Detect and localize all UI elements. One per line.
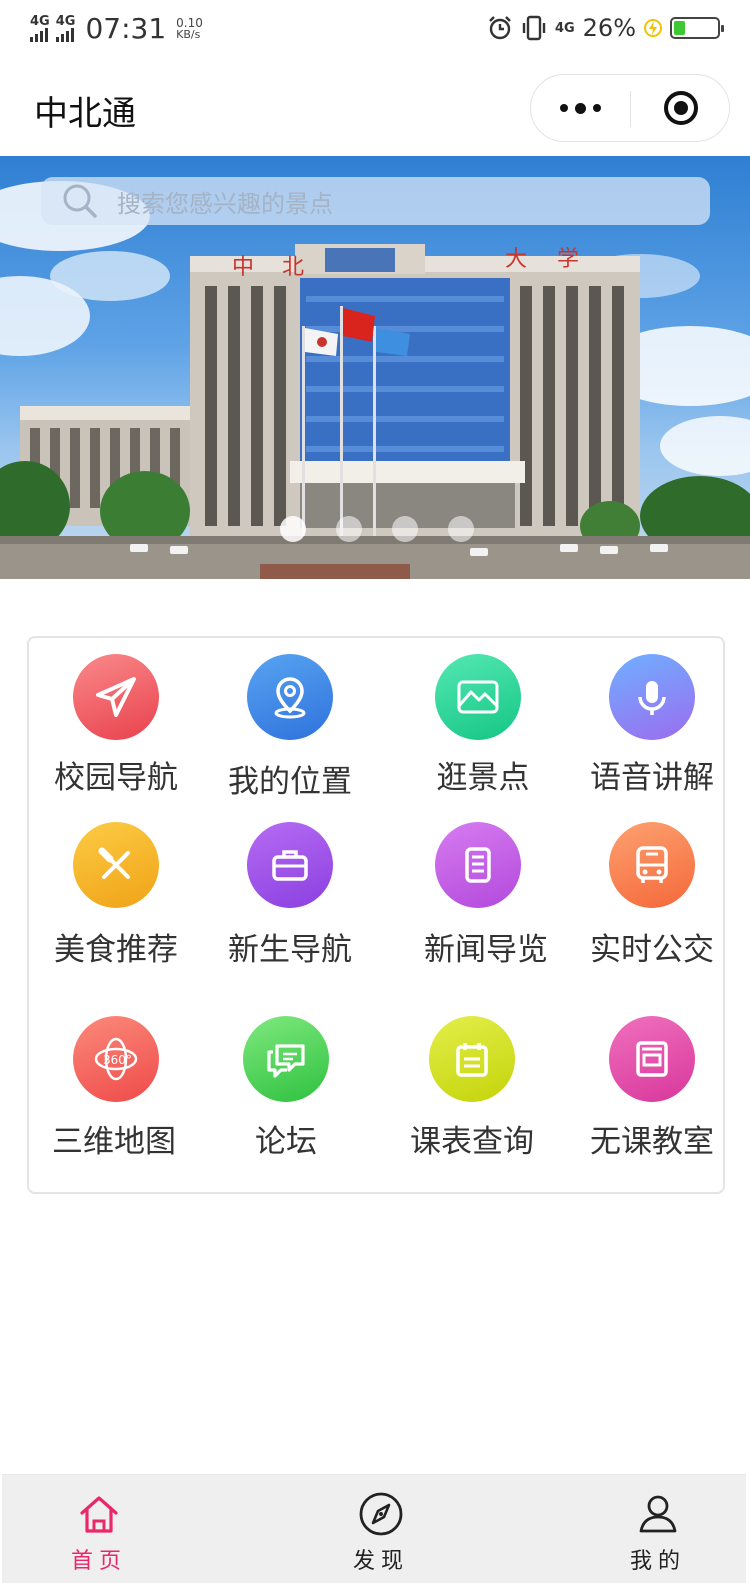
menu-item-label: 课表查询 [410,1124,534,1160]
battery-percent: 26% [582,14,636,42]
svg-text:360°: 360° [103,1053,132,1067]
menu-icon-circle [435,654,521,740]
menu-item-label: 逛景点 [436,760,530,796]
nav-bar: 中北通 [0,60,750,156]
status-right: 4G 26% [487,14,724,42]
utensils-icon [98,847,130,879]
menu-item-label: 我的位置 [228,764,352,800]
network-type-1: 4G [30,14,50,29]
signal-1: 4G [30,15,50,42]
network-type-2: 4G [55,14,76,29]
search-bar[interactable]: 搜索您感兴趣的景点 [41,177,710,225]
menu-icon-circle [73,654,159,740]
menu-item-label: 校园导航 [54,760,178,796]
tab-label: 首页 [70,1549,127,1574]
menu-item-news[interactable]: 新闻导览 [391,822,565,972]
banner-carousel[interactable]: 中 北 大 学 搜索您感兴趣的景点 [0,156,750,579]
mini-program-capsule [530,74,730,142]
menu-icon-circle [609,822,695,908]
menu-item-label: 语音讲解 [590,760,714,796]
compass-icon [359,1492,403,1536]
menu-icon-circle [247,654,333,740]
menu-item-label: 实时公交 [590,932,714,968]
tab-label: 发现 [352,1549,409,1574]
classroom-frame-icon [636,1041,668,1077]
menu-item-label: 三维地图 [52,1124,176,1160]
menu-item-campus-navigation[interactable]: 校园导航 [29,654,203,804]
document-icon [465,847,491,883]
menu-icon-circle [247,822,333,908]
battery-fill [674,21,685,35]
charging-icon [644,19,662,37]
building-sign-char: 学 [557,247,579,272]
menu-icon-circle [609,654,695,740]
tab-home[interactable]: 首页 [19,1475,179,1583]
menu-icon-circle: 360° [73,1016,159,1102]
net-speed: 0.10 KB/s [172,17,203,41]
menu-icon-circle [73,822,159,908]
menu-item-food[interactable]: 美食推荐 [29,822,203,972]
menu-item-label: 新生导航 [228,932,352,968]
mountain-scenery-icon [457,680,499,714]
building-sign-char: 中 [232,255,254,280]
menu-item-free-classroom[interactable]: 无课教室 [565,1016,739,1166]
search-icon [63,184,97,218]
search-placeholder: 搜索您感兴趣的景点 [117,189,333,218]
chat-bubbles-icon [267,1044,305,1078]
home-icon [80,1496,118,1533]
location-pin-icon [274,677,306,719]
menu-icon-circle [243,1016,329,1102]
menu-item-my-location[interactable]: 我的位置 [203,654,377,804]
status-left: 4G 4G 07:31 0.10 KB/s [30,12,203,45]
signal-bars-icon [30,28,48,42]
signal-bars-icon [55,28,74,42]
schedule-board-icon [456,1043,488,1077]
carousel-indicators [280,516,474,542]
status-bar: 4G 4G 07:31 0.10 KB/s 4G 26% [0,0,750,60]
menu-item-3d-map[interactable]: 360° 三维地图 [29,1016,203,1166]
carousel-dot[interactable] [448,516,474,542]
carousel-dot[interactable] [392,516,418,542]
menu-item-label: 论坛 [255,1124,317,1160]
tab-label: 我的 [629,1549,686,1574]
battery-icon [670,17,724,39]
net-speed-value: 0.10 [176,15,203,30]
paper-plane-icon [96,677,136,717]
carousel-dot[interactable] [280,516,306,542]
clock-time: 07:31 [85,12,167,45]
menu-item-label: 无课教室 [590,1124,714,1160]
tab-discover[interactable]: 发现 [301,1475,461,1583]
user-icon [639,1495,677,1533]
bus-icon [636,846,668,883]
menu-item-freshman-guide[interactable]: 新生导航 [203,822,377,972]
network-type-3: 4G [554,20,575,36]
menu-item-realtime-bus[interactable]: 实时公交 [565,822,739,972]
target-circle-icon [663,91,698,125]
menu-item-audio-guide[interactable]: 语音讲解 [565,654,739,804]
more-dots-icon[interactable] [531,75,630,141]
menu-item-label: 新闻导览 [424,932,548,968]
360-view-icon: 360° [94,1037,138,1081]
menu-item-label: 美食推荐 [54,932,178,968]
microphone-icon [638,681,666,715]
building-sign-char: 大 [505,247,527,272]
signal-2: 4G [55,14,76,42]
tab-bar: 首页 发现 我的 [2,1474,746,1583]
carousel-dot[interactable] [336,516,362,542]
close-button[interactable] [631,75,730,141]
page-title: 中北通 [34,94,136,134]
building-sign-char: 北 [282,255,304,280]
alarm-icon [489,16,511,40]
menu-item-scenic-spots[interactable]: 逛景点 [391,654,565,804]
vibrate-icon [522,15,546,41]
function-grid: 校园导航 我的位置 逛景点 语音讲解 美食推荐 新生导航 新闻导览 实时公交 3… [27,636,725,1194]
menu-icon-circle [609,1016,695,1102]
briefcase-icon [272,850,308,881]
menu-icon-circle [435,822,521,908]
menu-item-schedule[interactable]: 课表查询 [385,1016,559,1166]
tab-profile[interactable]: 我的 [578,1475,738,1583]
menu-icon-circle [429,1016,515,1102]
menu-item-forum[interactable]: 论坛 [199,1016,373,1166]
net-speed-unit: KB/s [176,27,201,41]
